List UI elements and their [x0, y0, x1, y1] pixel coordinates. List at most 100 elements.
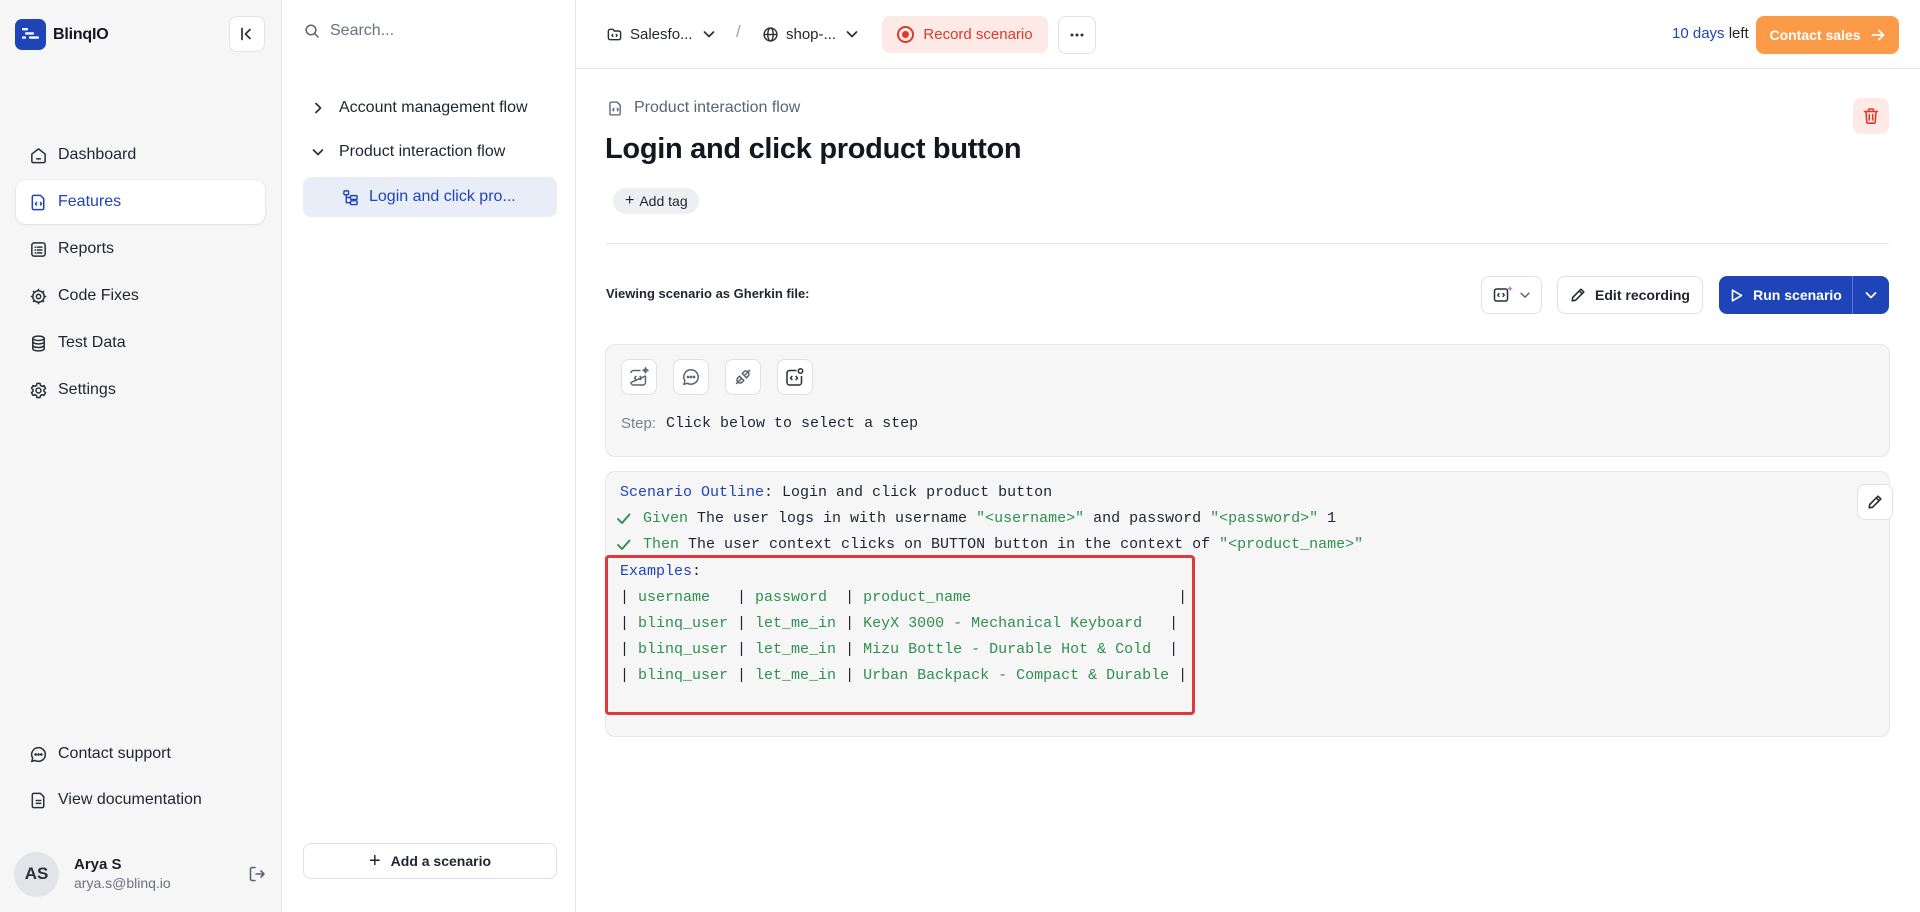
- add-tag-button[interactable]: + Add tag: [613, 188, 699, 214]
- sidebar-item-dashboard[interactable]: Dashboard: [16, 133, 265, 177]
- feature-file-icon: [606, 99, 624, 117]
- project-selector[interactable]: Salesfo...: [605, 22, 716, 46]
- table-row: | blinq_user | let_me_in | Mizu Bottle -…: [620, 640, 1179, 658]
- features-icon: [28, 192, 48, 212]
- logout-button[interactable]: [246, 863, 268, 885]
- code-settings-button[interactable]: [777, 359, 813, 395]
- run-scenario-button[interactable]: Run scenario: [1719, 276, 1852, 314]
- user-name: Arya S: [74, 856, 122, 873]
- trial-days: 10 days: [1672, 25, 1725, 42]
- edit-recording-label: Edit recording: [1595, 287, 1690, 303]
- step-panel: Step: Click below to select a step: [605, 344, 1890, 457]
- run-options-dropdown[interactable]: [1852, 276, 1889, 314]
- sidebar-item-label: Settings: [58, 381, 116, 398]
- trial-remaining: 10 days left: [1672, 25, 1749, 42]
- page-title: Login and click product button: [605, 133, 1022, 165]
- search-box: [304, 22, 550, 40]
- ai-assist-dropdown[interactable]: [1481, 276, 1542, 314]
- plus-icon: +: [625, 192, 635, 209]
- view-documentation-link[interactable]: View documentation: [16, 778, 265, 822]
- edit-gherkin-button[interactable]: [1857, 484, 1893, 520]
- table-row: | blinq_user | let_me_in | KeyX 3000 - M…: [620, 614, 1179, 632]
- project-name: Salesfo...: [630, 25, 693, 43]
- contact-sales-button[interactable]: Contact sales: [1756, 16, 1899, 54]
- table-header-cell: product_name: [863, 588, 1134, 606]
- step-label: Step:: [621, 415, 657, 432]
- tree-scenario-label: Login and click pro...: [369, 188, 516, 205]
- brand-name: BlinqIO: [53, 25, 109, 43]
- trial-suffix: left: [1724, 25, 1749, 42]
- plug-icon: [735, 369, 751, 385]
- examples-colon: :: [692, 562, 702, 580]
- examples-header-row: | username | password | product_name |: [620, 588, 1188, 606]
- sidebar-item-settings[interactable]: Settings: [16, 368, 265, 412]
- edit-recording-button[interactable]: Edit recording: [1557, 276, 1703, 314]
- sidebar-item-label: Reports: [58, 240, 115, 257]
- scenario-steps-icon: [341, 188, 359, 206]
- scenario-outline-line[interactable]: Scenario Outline: Login and click produc…: [620, 481, 1052, 503]
- sidebar-item-label: Features: [58, 193, 122, 210]
- database-icon: [28, 333, 48, 353]
- sidebar: BlinqIO Dashboard Features Reports Code …: [0, 0, 282, 912]
- examples-keyword: Examples: [620, 562, 693, 580]
- gherkin-step-given[interactable]: Given The user logs in with username "<u…: [615, 507, 1336, 529]
- sidebar-item-code-fixes[interactable]: Code Fixes: [16, 274, 265, 318]
- more-options-button[interactable]: [1058, 16, 1096, 54]
- blinqio-logo-icon: [15, 19, 46, 50]
- given-text: The user logs in with username: [688, 509, 977, 527]
- home-icon: [28, 145, 48, 165]
- given-keyword: Given: [643, 509, 689, 527]
- add-scenario-button[interactable]: + Add a scenario: [303, 843, 557, 879]
- run-scenario-group: Run scenario: [1719, 276, 1889, 314]
- tree-flow-account-management[interactable]: Account management flow: [303, 86, 557, 130]
- ai-generate-code-button[interactable]: [621, 359, 657, 395]
- contact-support-link[interactable]: Contact support: [16, 732, 265, 776]
- check-icon: [615, 536, 637, 553]
- contact-support-label: Contact support: [58, 745, 171, 762]
- chevron-down-icon: [1519, 289, 1531, 301]
- delete-scenario-button[interactable]: [1853, 98, 1889, 134]
- tree-flow-label: Product interaction flow: [339, 143, 506, 160]
- chevron-down-icon[interactable]: [309, 143, 327, 161]
- connect-step-button[interactable]: [725, 359, 761, 395]
- then-text: The user context clicks on BUTTON button…: [679, 535, 1220, 553]
- table-cell: let_me_in: [755, 640, 837, 658]
- search-input[interactable]: [330, 22, 550, 40]
- sidebar-item-label: Dashboard: [58, 146, 137, 163]
- user-info: Arya S arya.s@blinq.io: [74, 856, 171, 892]
- viewing-format-label: Viewing scenario as Gherkin file:: [606, 286, 810, 301]
- avatar[interactable]: AS: [14, 851, 59, 897]
- sidebar-item-test-data[interactable]: Test Data: [16, 321, 265, 365]
- chat-icon: [28, 744, 48, 764]
- run-scenario-label: Run scenario: [1753, 287, 1842, 303]
- reports-icon: [28, 239, 48, 259]
- check-icon: [615, 510, 637, 527]
- gherkin-step-then[interactable]: Then The user context clicks on BUTTON b…: [615, 533, 1363, 555]
- project-icon: [605, 25, 623, 43]
- flow-name[interactable]: Product interaction flow: [634, 99, 800, 117]
- table-header-cell: password: [755, 588, 837, 606]
- outline-keyword: Scenario Outline: [620, 483, 765, 501]
- tree-flow-product-interaction[interactable]: Product interaction flow: [303, 130, 557, 174]
- table-cell: blinq_user: [638, 614, 729, 632]
- comment-step-button[interactable]: [673, 359, 709, 395]
- step-value: Click below to select a step: [666, 415, 919, 432]
- collapse-sidebar-button[interactable]: [229, 16, 265, 52]
- table-header-cell: username: [638, 588, 729, 606]
- view-documentation-label: View documentation: [58, 791, 202, 808]
- sidebar-item-reports[interactable]: Reports: [16, 227, 265, 271]
- given-arg-username: "<username>": [976, 509, 1085, 527]
- divider: [606, 243, 1889, 244]
- sidebar-item-features[interactable]: Features: [16, 180, 265, 224]
- record-scenario-button[interactable]: Record scenario: [882, 16, 1048, 53]
- add-scenario-label: Add a scenario: [390, 853, 492, 869]
- trash-icon: [1863, 108, 1879, 125]
- environment-selector[interactable]: shop-...: [761, 22, 859, 46]
- given-mid: and password: [1084, 509, 1211, 527]
- tree-scenario-login-click[interactable]: Login and click pro...: [303, 177, 557, 217]
- brand[interactable]: BlinqIO: [15, 19, 109, 50]
- chevron-right-icon[interactable]: [309, 99, 327, 117]
- chevron-down-icon: [1865, 292, 1877, 299]
- chevron-down-icon: [702, 27, 716, 41]
- globe-icon: [761, 25, 779, 43]
